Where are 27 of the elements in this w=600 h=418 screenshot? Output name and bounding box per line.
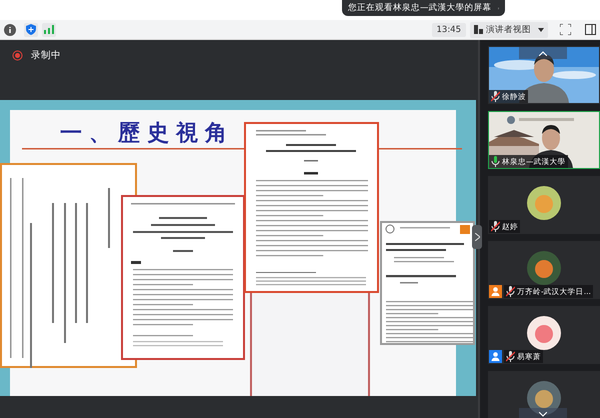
chevron-right-icon: [474, 233, 480, 241]
avatar-icon: [527, 381, 561, 415]
avatar-icon: [527, 251, 561, 285]
recording-label: 录制中: [31, 48, 61, 62]
clock: 13:45: [432, 22, 466, 36]
mic-icon[interactable]: [491, 156, 500, 167]
banner-label: 您正在观看林泉忠—武漢大學的屏幕: [348, 2, 492, 14]
muted-mic-icon[interactable]: [506, 286, 515, 297]
info-icon[interactable]: [4, 24, 16, 36]
muted-mic-icon[interactable]: [491, 221, 500, 232]
recording-icon: [12, 50, 23, 60]
caret-icon: [538, 28, 544, 32]
sidebar-toggle-icon[interactable]: [585, 24, 596, 35]
muted-mic-icon[interactable]: [506, 351, 515, 362]
avatar-icon: [527, 186, 561, 220]
participant-tile[interactable]: [488, 371, 600, 418]
scroll-down-button[interactable]: [519, 408, 567, 418]
view-mode-button[interactable]: 演讲者视图: [470, 22, 548, 38]
fullscreen-icon[interactable]: [560, 24, 571, 35]
chevron-down-icon: [539, 412, 547, 416]
shield-icon[interactable]: [26, 24, 36, 35]
chevron-up-icon: [539, 50, 547, 56]
avatar-icon: [527, 316, 561, 350]
layout-icon: [474, 25, 483, 34]
next-page-button[interactable]: [472, 225, 482, 249]
muted-mic-icon[interactable]: [491, 91, 500, 102]
slide-title: 一、歷史視角: [60, 119, 234, 148]
